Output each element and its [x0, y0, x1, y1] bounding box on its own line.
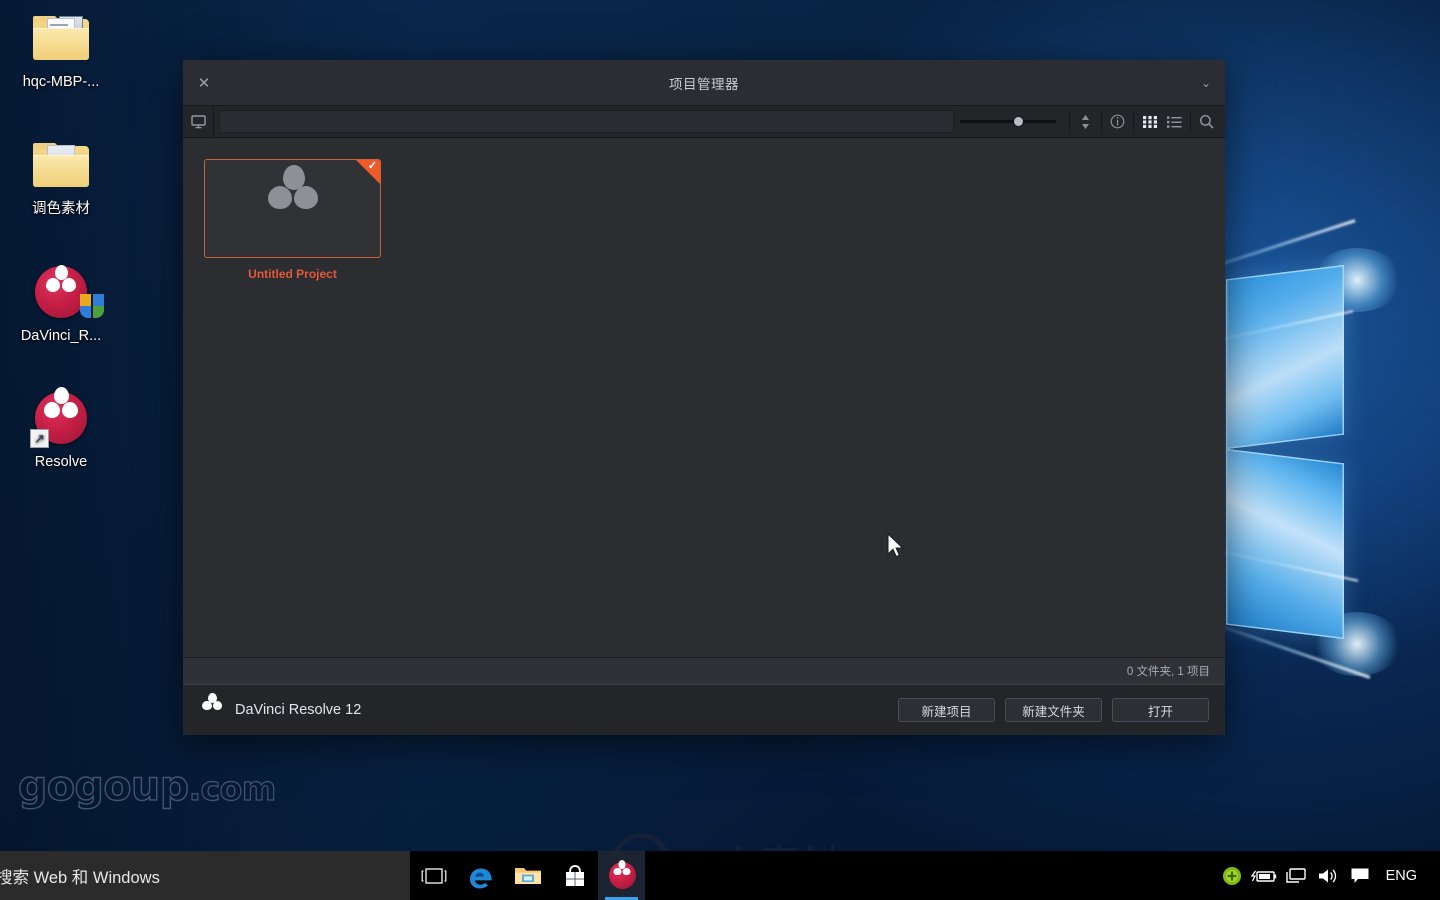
task-view-icon[interactable]: [410, 851, 457, 900]
microsoft-store-icon[interactable]: [551, 851, 598, 900]
item-count-label: 0 文件夹, 1 项目: [1126, 666, 1210, 678]
search-input[interactable]: 搜索 Web 和 Windows: [0, 851, 410, 900]
folder-with-document-icon: [6, 8, 116, 70]
watermark-gogoup-tld: .com: [188, 768, 277, 808]
app-brand-label: DaVinci Resolve 12: [235, 702, 362, 718]
info-circle-icon[interactable]: [1105, 106, 1130, 137]
desktop-screen: hqc-MBP-... 调色素材 DaVinci_R... ↗ Resolve …: [0, 0, 1440, 900]
toolbar-divider: [1101, 111, 1102, 132]
wallpaper-window-pane-bottom: [1226, 448, 1344, 640]
davinci-resolve-logo-icon: [201, 693, 223, 720]
clock[interactable]: [1428, 851, 1430, 900]
grid-view-icon[interactable]: [1137, 106, 1162, 137]
window-titlebar[interactable]: ✕ 项目管理器 ⌄: [183, 60, 1225, 106]
status-bar: 0 文件夹, 1 项目: [183, 657, 1225, 684]
chevron-down-icon[interactable]: ⌄: [1201, 60, 1211, 105]
desktop-icon-label: hqc-MBP-...: [22, 74, 100, 90]
system-tray: ENG: [1217, 851, 1440, 900]
action-center-icon[interactable]: [1345, 851, 1375, 900]
project-card[interactable]: ✓ Untitled Project: [204, 159, 381, 281]
shortcut-overlay-icon: ↗: [30, 429, 49, 448]
check-icon: ✓: [367, 160, 377, 172]
path-input[interactable]: [219, 110, 954, 133]
project-manager-window: ✕ 项目管理器 ⌄ ✓ Untitled Project 0 文件夹, 1 项目…: [183, 60, 1225, 735]
app-brand: DaVinci Resolve 12: [201, 693, 362, 720]
search-icon[interactable]: [1194, 106, 1219, 137]
toolbar-divider: [1133, 111, 1134, 132]
wallpaper-window-pane-top: [1226, 264, 1344, 450]
project-grid: ✓ Untitled Project: [183, 138, 1225, 281]
list-view-icon[interactable]: [1162, 106, 1187, 137]
desktop-icon-tiaose-sucai[interactable]: 调色素材: [6, 135, 116, 218]
new-project-button[interactable]: 新建项目: [898, 698, 995, 722]
security-shield-icon[interactable]: [1217, 851, 1247, 900]
display-icon[interactable]: [183, 106, 214, 137]
windows-taskbar: 搜索 Web 和 Windows ENG: [0, 851, 1440, 900]
watermark-gogoup: gogoup.com: [17, 761, 277, 810]
battery-charging-icon[interactable]: [1249, 851, 1279, 900]
window-title: 项目管理器: [669, 76, 739, 92]
toolbar-divider: [1069, 111, 1070, 132]
network-display-icon[interactable]: [1281, 851, 1311, 900]
open-button[interactable]: 打开: [1112, 698, 1209, 722]
davinci-resolve-installer-icon: [6, 262, 116, 324]
desktop-icon-label: 调色素材: [32, 201, 90, 217]
thumbnail-size-slider[interactable]: [960, 106, 1056, 137]
edge-browser-icon[interactable]: [457, 851, 504, 900]
project-grid-area[interactable]: ✓ Untitled Project: [183, 138, 1225, 657]
desktop-icon-hqc-mbp[interactable]: hqc-MBP-...: [6, 8, 116, 91]
new-folder-button[interactable]: 新建文件夹: [1005, 698, 1102, 722]
shield-icon: [80, 294, 104, 320]
desktop-icon-resolve-shortcut[interactable]: ↗ Resolve: [6, 387, 116, 471]
desktop-icon-label: Resolve: [34, 454, 88, 470]
toolbar-divider: [1190, 111, 1191, 132]
language-indicator[interactable]: ENG: [1377, 851, 1426, 900]
watermark-gogoup-main: gogoup: [17, 761, 189, 810]
project-manager-toolbar: [183, 106, 1225, 138]
project-thumbnail[interactable]: ✓: [204, 159, 381, 258]
davinci-resolve-taskbar-icon[interactable]: [598, 851, 645, 900]
project-name-label: Untitled Project: [248, 267, 337, 281]
search-placeholder-label: 搜索 Web 和 Windows: [0, 868, 160, 887]
folder-icon: [6, 135, 116, 197]
desktop-icon-davinci-installer[interactable]: DaVinci_R...: [6, 262, 116, 345]
sort-updown-icon[interactable]: [1073, 106, 1098, 137]
file-explorer-icon[interactable]: [504, 851, 551, 900]
desktop-icon-label: DaVinci_R...: [20, 328, 102, 344]
davinci-resolve-shortcut-icon: ↗: [6, 387, 116, 450]
window-footer: DaVinci Resolve 12 新建项目 新建文件夹 打开: [183, 684, 1225, 735]
volume-icon[interactable]: [1313, 851, 1343, 900]
